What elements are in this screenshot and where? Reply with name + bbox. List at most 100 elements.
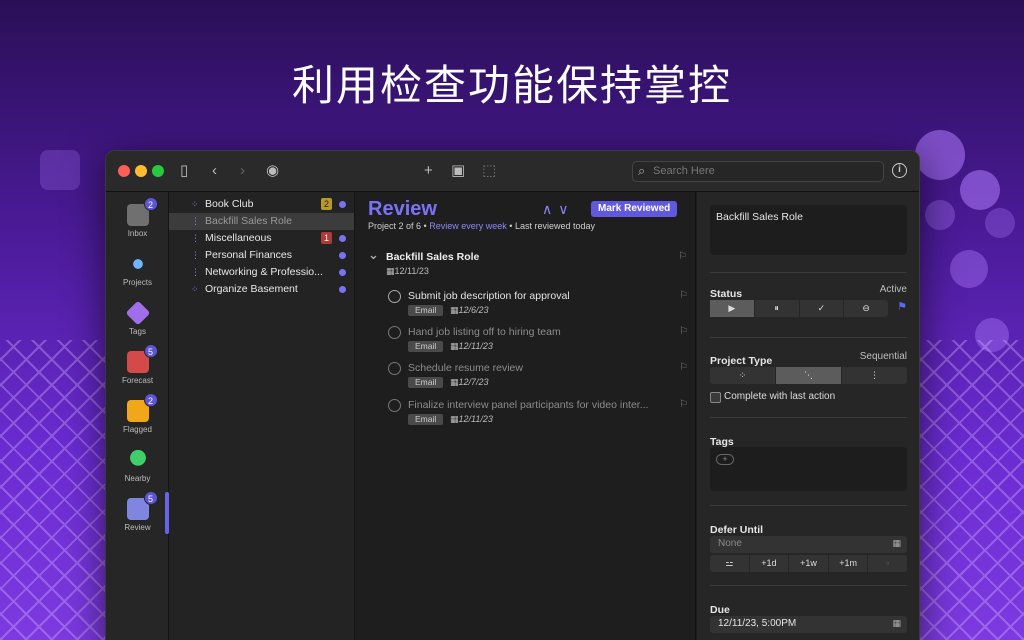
mark-reviewed-button[interactable]: Mark Reviewed (591, 201, 678, 217)
tags-section: Tags + (710, 432, 907, 491)
flag-icon[interactable]: ⚐ (678, 251, 688, 262)
status-segmented-control: ▶ ⏸ ✓ ⊖ (710, 300, 888, 317)
single-action-icon: ⋮ (191, 250, 200, 260)
review-cup-icon: 5 (126, 491, 158, 520)
previous-project-icon[interactable]: ∧ (542, 201, 558, 217)
rail-item-nearby[interactable]: Nearby (106, 449, 169, 483)
task-checkbox[interactable] (388, 362, 401, 375)
rail-item-forecast[interactable]: 5 Forecast (106, 344, 169, 385)
sequential-type-icon[interactable]: ⋱ (776, 367, 842, 384)
due-date: ▦12/6/23 (450, 305, 489, 315)
task-checkbox[interactable] (388, 290, 401, 303)
calendar-icon: 5 (126, 344, 158, 373)
review-dot (339, 235, 346, 242)
rail-item-tags[interactable]: Tags (106, 300, 169, 336)
rail-item-flagged[interactable]: 2 Flagged (106, 393, 169, 434)
project-title-field[interactable]: Backfill Sales Role (710, 205, 907, 255)
defer-quick-buttons: ⚍ +1d +1w +1m ▫ (710, 555, 907, 572)
project-row[interactable]: ⁘ Organize Basement (169, 281, 354, 298)
project-row[interactable]: ⋮ Miscellaneous 1 (169, 230, 354, 247)
defer-clear-icon[interactable]: ▫ (868, 555, 907, 572)
defer-today-icon[interactable]: ⚍ (710, 555, 750, 572)
sidebar-toggle-icon[interactable]: ▯ (180, 161, 188, 181)
review-dot (339, 252, 346, 259)
search-input[interactable]: Search Here (632, 161, 884, 182)
project-row[interactable]: ⁘ Book Club 2 (169, 196, 354, 213)
rail-item-review[interactable]: 5 Review (106, 491, 169, 532)
calendar-icon[interactable]: ▦ (892, 538, 901, 549)
single-actions-type-icon[interactable]: ⋮ (842, 367, 907, 384)
parallel-type-icon[interactable]: ⁘ (710, 367, 776, 384)
due-date: ▦12/11/23 (450, 414, 493, 424)
defer-1w-button[interactable]: +1w (789, 555, 829, 572)
completed-status-icon[interactable]: ✓ (800, 300, 845, 317)
flag-icon[interactable]: ⚐ (679, 399, 688, 410)
dropped-status-icon[interactable]: ⊖ (844, 300, 888, 317)
flag-icon[interactable]: ⚐ (679, 362, 688, 373)
zoom-button[interactable] (152, 165, 164, 177)
review-subtitle: Project 2 of 6 • Review every week • Las… (368, 221, 595, 231)
rail-item-projects[interactable]: Projects (106, 253, 169, 287)
info-icon[interactable]: i (892, 163, 907, 178)
divider (710, 272, 907, 273)
headline: 利用检查功能保持掌控 (291, 61, 732, 110)
next-project-icon[interactable]: ∨ (558, 201, 574, 217)
single-action-icon: ⋮ (191, 233, 200, 243)
project-row[interactable]: ⋮ Personal Finances (169, 247, 354, 264)
review-dot (339, 269, 346, 276)
focus-icon[interactable]: ⬚ (482, 161, 496, 181)
projects-icon (126, 253, 149, 275)
project-type-segmented-control: ⁘ ⋱ ⋮ (710, 367, 907, 384)
page-title: Review (368, 198, 437, 220)
tag-icon (125, 300, 150, 326)
inbox-tray-icon[interactable]: ▣ (451, 161, 465, 181)
complete-with-last-action-checkbox[interactable]: Complete with last action (710, 391, 835, 403)
group-title[interactable]: Backfill Sales Role (368, 247, 688, 263)
due-section: Due 12/11/23, 5:00PM ▦ (710, 600, 907, 633)
perspective-rail: 2 Inbox Projects Tags 5 Forecast 2 Flagg… (106, 192, 169, 640)
inspector: Backfill Sales Role Status Active ▶ ⏸ ✓ … (697, 192, 919, 640)
divider (710, 505, 907, 506)
defer-1m-button[interactable]: +1m (829, 555, 869, 572)
due-date: ▦12/7/23 (450, 377, 489, 387)
flag-icon[interactable]: ⚑ (897, 300, 907, 313)
task-checkbox[interactable] (388, 399, 401, 412)
task-checkbox[interactable] (388, 326, 401, 339)
due-date-field[interactable]: 12/11/23, 5:00PM ▦ (710, 616, 907, 633)
parallel-project-icon: ⁘ (191, 199, 199, 209)
active-status-icon[interactable]: ▶ (710, 300, 755, 317)
flag-icon[interactable]: ⚐ (679, 326, 688, 337)
review-dot (339, 286, 346, 293)
close-button[interactable] (118, 165, 130, 177)
forward-arrow-icon[interactable]: › (240, 161, 245, 181)
flag-icon[interactable]: ⚐ (679, 290, 688, 301)
sequential-project-icon: ⋮ (191, 216, 200, 226)
app-window: ▯ ‹ › ◉ + ▣ ⬚ Search Here i 2 Inbox Proj… (105, 150, 920, 640)
tag-chip: Email (408, 377, 444, 388)
status-section: Status Active ▶ ⏸ ✓ ⊖ ⚑ (710, 284, 907, 317)
flag-icon: 2 (126, 393, 158, 422)
due-date: ▦12/11/23 (450, 341, 493, 351)
inbox-icon: 2 (126, 197, 158, 226)
add-icon[interactable]: + (424, 161, 433, 181)
on-hold-status-icon[interactable]: ⏸ (755, 300, 800, 317)
rail-item-inbox[interactable]: 2 Inbox (106, 197, 169, 238)
tag-chip: Email (408, 414, 444, 425)
group-date: ▦12/11/23 (386, 266, 429, 276)
project-row[interactable]: ⋮ Networking & Professio... (169, 264, 354, 281)
add-tag-icon[interactable]: + (716, 454, 734, 465)
project-group: Backfill Sales Role ⚐ ▦12/11/23 (368, 247, 688, 277)
back-arrow-icon[interactable]: ‹ (212, 161, 217, 181)
tags-field[interactable]: + (710, 447, 907, 491)
project-row[interactable]: ⋮ Backfill Sales Role (169, 213, 354, 230)
parallel-project-icon: ⁘ (191, 284, 199, 294)
review-dot (339, 201, 346, 208)
defer-section: Defer Until None ▦ ⚍ +1d +1w +1m ▫ (710, 520, 907, 572)
eye-icon[interactable]: ◉ (266, 161, 279, 181)
tag-chip: Email (408, 305, 444, 316)
defer-date-field[interactable]: None ▦ (710, 536, 907, 553)
minimize-button[interactable] (135, 165, 147, 177)
review-frequency-link[interactable]: Review every week (429, 221, 507, 231)
defer-1d-button[interactable]: +1d (750, 555, 790, 572)
calendar-icon[interactable]: ▦ (892, 618, 901, 629)
